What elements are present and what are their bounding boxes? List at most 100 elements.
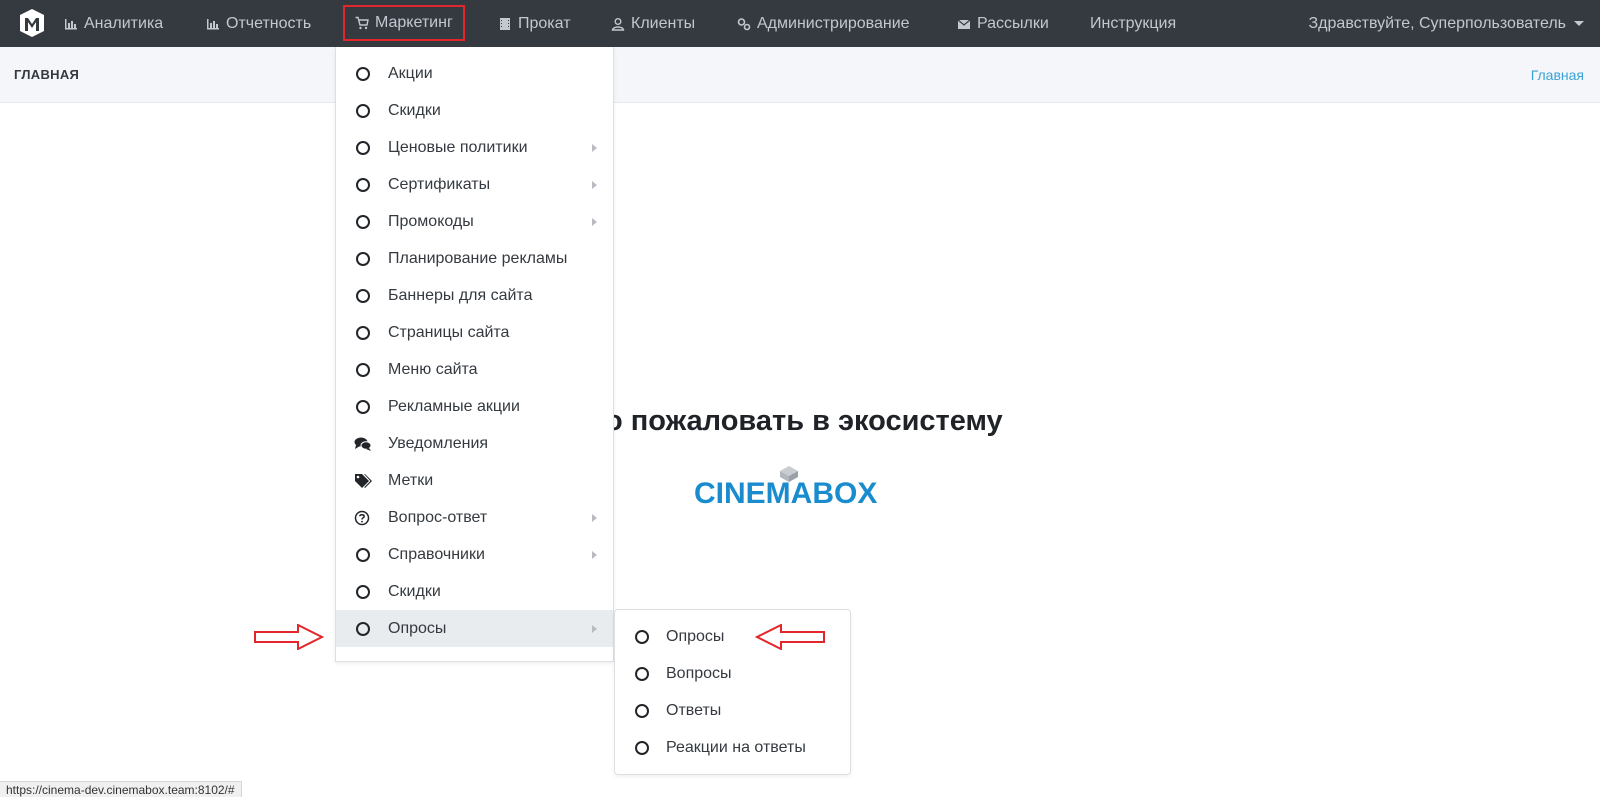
submenu-item-label: Вопросы xyxy=(666,664,732,682)
chevron-right-icon xyxy=(592,550,597,559)
bar-chart-icon xyxy=(207,18,219,29)
gears-icon xyxy=(737,17,751,30)
chevron-right-icon xyxy=(592,143,597,152)
circle-icon xyxy=(356,362,370,377)
chevron-right-icon xyxy=(592,217,597,226)
circle-icon xyxy=(356,288,370,303)
submenu-item-label: Ответы xyxy=(666,701,722,719)
menu-item-certificates[interactable]: Сертификаты xyxy=(336,166,613,203)
submenu-item-answer-reactions[interactable]: Реакции на ответы xyxy=(615,729,850,766)
nav-mailings[interactable]: Рассылки xyxy=(957,0,1049,47)
menu-item-label: Планирование рекламы xyxy=(388,249,568,267)
chevron-right-icon xyxy=(592,513,597,522)
menu-item-notifications[interactable]: Уведомления xyxy=(336,425,613,462)
bar-chart-icon xyxy=(65,18,77,29)
circle-icon xyxy=(356,177,370,192)
menu-item-label: Ценовые политики xyxy=(388,138,528,156)
circle-icon xyxy=(356,399,370,414)
nav-marketing-label: Маркетинг xyxy=(375,14,453,31)
menu-item-label: Рекламные акции xyxy=(388,397,520,415)
user-menu[interactable]: Здравствуйте, Суперпользователь xyxy=(1309,0,1584,47)
menu-item-label: Вопрос-ответ xyxy=(388,508,488,526)
tags-icon xyxy=(355,473,372,488)
submenu-item-questions[interactable]: Вопросы xyxy=(615,655,850,692)
submenu-item-label: Опросы xyxy=(666,627,725,645)
circle-icon xyxy=(635,666,649,681)
menu-item-label: Акции xyxy=(388,64,433,82)
nav-marketing[interactable]: Маркетинг xyxy=(343,5,465,41)
menu-item-label: Метки xyxy=(388,471,434,489)
menu-item-surveys[interactable]: Опросы xyxy=(336,610,613,647)
nav-reports[interactable]: Отчетность xyxy=(206,0,311,47)
menu-item-site-banners[interactable]: Баннеры для сайта xyxy=(336,277,613,314)
circle-icon xyxy=(356,103,370,118)
menu-item-ad-campaigns[interactable]: Рекламные акции xyxy=(336,388,613,425)
nav-rental-label: Прокат xyxy=(518,14,571,32)
nav-administration[interactable]: Администрирование xyxy=(737,0,910,47)
nav-mailings-label: Рассылки xyxy=(977,14,1049,32)
menu-item-ad-planning[interactable]: Планирование рекламы xyxy=(336,240,613,277)
menu-item-promotions[interactable]: Акции xyxy=(336,55,613,92)
nav-clients-label: Клиенты xyxy=(631,14,696,32)
annotation-arrow-left-icon xyxy=(755,624,825,650)
circle-icon xyxy=(635,740,649,755)
circle-icon xyxy=(356,621,370,636)
brand-logo-icon[interactable] xyxy=(18,8,46,38)
menu-item-label: Меню сайта xyxy=(388,360,478,378)
menu-item-label: Справочники xyxy=(388,545,485,563)
status-url: https://cinema-dev.cinemabox.team:8102/# xyxy=(6,782,235,797)
welcome-heading: о пожаловать в экосистему xyxy=(605,405,1003,437)
menu-item-site-pages[interactable]: Страницы сайта xyxy=(336,314,613,351)
circle-icon xyxy=(635,703,649,718)
menu-item-label: Сертификаты xyxy=(388,175,491,193)
circle-icon xyxy=(356,66,370,81)
browser-status-bar: https://cinema-dev.cinemabox.team:8102/# xyxy=(0,781,242,797)
circle-icon xyxy=(635,629,649,644)
circle-icon xyxy=(356,214,370,229)
menu-item-label: Уведомления xyxy=(388,434,489,452)
menu-item-label: Опросы xyxy=(388,619,447,637)
nav-instructions[interactable]: Инструкция xyxy=(1090,0,1176,47)
annotation-arrow-right-icon xyxy=(254,624,324,650)
submenu-item-answers[interactable]: Ответы xyxy=(615,692,850,729)
circle-icon xyxy=(356,547,370,562)
circle-icon xyxy=(356,325,370,340)
nav-administration-label: Администрирование xyxy=(757,14,910,32)
menu-item-promocodes[interactable]: Промокоды xyxy=(336,203,613,240)
page-title: ГЛАВНАЯ xyxy=(14,67,80,82)
marketing-dropdown: Акции Скидки Ценовые политики Сертификат… xyxy=(335,47,614,662)
nav-clients[interactable]: Клиенты xyxy=(611,0,695,47)
nav-instructions-label: Инструкция xyxy=(1090,14,1177,32)
nav-analytics-label: Аналитика xyxy=(84,14,164,32)
circle-icon xyxy=(356,140,370,155)
chevron-right-icon xyxy=(592,180,597,189)
user-icon xyxy=(611,17,625,31)
user-greeting: Здравствуйте, Суперпользователь xyxy=(1308,14,1566,32)
nav-reports-label: Отчетность xyxy=(226,14,312,32)
comments-icon xyxy=(354,437,372,451)
content-header: ГЛАВНАЯ Главная xyxy=(0,47,1600,103)
circle-icon xyxy=(356,251,370,266)
cinemabox-logo: CINEMABOX xyxy=(694,466,877,506)
menu-item-label: Скидки xyxy=(388,582,441,600)
circle-icon xyxy=(356,584,370,599)
chevron-right-icon xyxy=(592,624,597,633)
menu-item-site-menu[interactable]: Меню сайта xyxy=(336,351,613,388)
menu-item-directories[interactable]: Справочники xyxy=(336,536,613,573)
cart-icon xyxy=(355,16,369,30)
menu-item-discounts-2[interactable]: Скидки xyxy=(336,573,613,610)
menu-item-label: Баннеры для сайта xyxy=(388,286,533,304)
cinemabox-logo-text: CINEMABOX xyxy=(694,477,877,506)
nav-rental[interactable]: Прокат xyxy=(498,0,571,47)
menu-item-label: Скидки xyxy=(388,101,441,119)
question-circle-icon xyxy=(354,510,370,525)
menu-item-discounts[interactable]: Скидки xyxy=(336,92,613,129)
nav-analytics[interactable]: Аналитика xyxy=(64,0,163,47)
breadcrumb-home[interactable]: Главная xyxy=(1531,67,1584,83)
menu-item-price-policies[interactable]: Ценовые политики xyxy=(336,129,613,166)
envelope-icon xyxy=(957,19,971,29)
menu-item-tags[interactable]: Метки xyxy=(336,462,613,499)
menu-item-faq[interactable]: Вопрос-ответ xyxy=(336,499,613,536)
menu-item-label: Промокоды xyxy=(388,212,474,230)
top-navbar: Аналитика Отчетность Маркетинг Прокат Кл… xyxy=(0,0,1600,47)
